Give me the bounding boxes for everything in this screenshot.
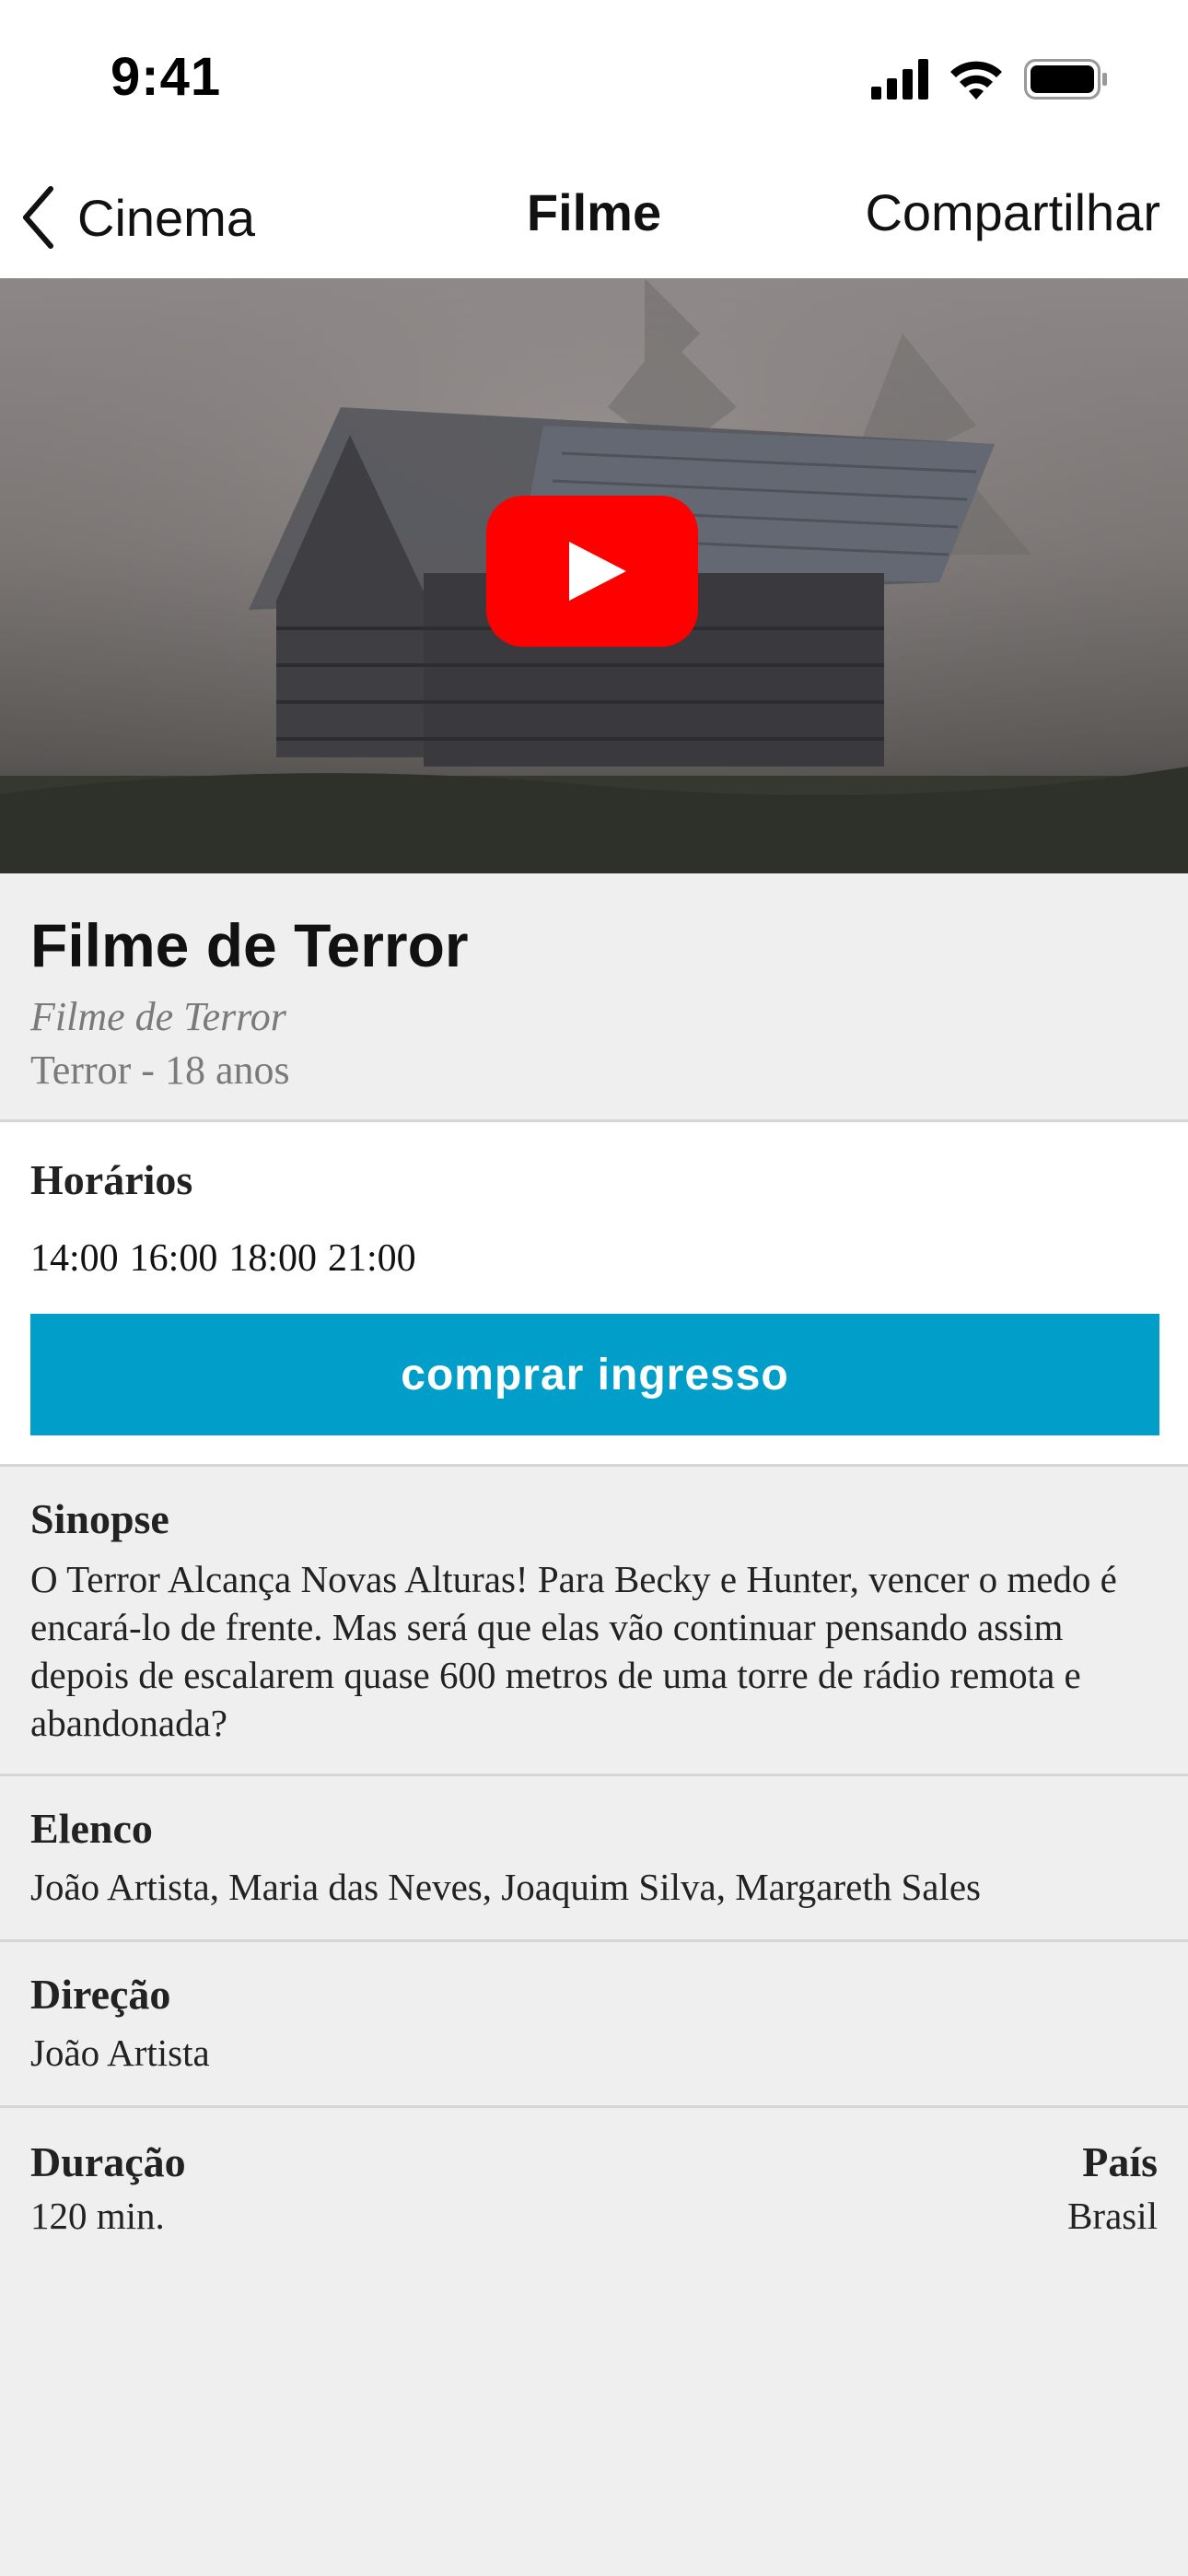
- details-section: Duração 120 min. País Brasil: [0, 2108, 1188, 2292]
- country-label: País: [1082, 2138, 1158, 2185]
- country-block: País Brasil: [1067, 2137, 1158, 2238]
- movie-info: Filme de Terror Filme de Terror Terror -…: [0, 873, 1188, 1122]
- showtime[interactable]: 16:00: [130, 1236, 218, 1281]
- showtime[interactable]: 18:00: [228, 1236, 317, 1281]
- movie-genre-rating: Terror - 18 anos: [30, 1048, 290, 1093]
- showtime[interactable]: 21:00: [328, 1236, 416, 1281]
- direction-heading: Direção: [30, 1971, 171, 2018]
- movie-title: Filme de Terror: [30, 911, 469, 979]
- showtimes-heading: Horários: [30, 1156, 193, 1203]
- showtimes-section: Horários 14:00 16:00 18:00 21:00 comprar…: [0, 1122, 1188, 1467]
- cast-section: Elenco João Artista, Maria das Neves, Jo…: [0, 1776, 1188, 1942]
- showtimes-list: 14:00 16:00 18:00 21:00: [30, 1236, 416, 1281]
- play-video-button[interactable]: [486, 496, 698, 647]
- status-icons: [871, 53, 1109, 105]
- direction-section: Direção João Artista: [0, 1942, 1188, 2108]
- buy-ticket-button[interactable]: comprar ingresso: [30, 1314, 1159, 1435]
- video-thumbnail[interactable]: [0, 278, 1188, 873]
- synopsis-text: O Terror Alcança Novas Alturas! Para Bec…: [30, 1558, 1117, 1744]
- battery-icon: [1024, 59, 1107, 100]
- duration-block: Duração 120 min.: [30, 2137, 186, 2238]
- status-bar: 9:41: [0, 0, 1188, 157]
- cast-text: João Artista, Maria das Neves, Joaquim S…: [30, 1866, 982, 1908]
- youtube-play-icon: [486, 496, 698, 647]
- synopsis-heading: Sinopse: [30, 1495, 169, 1542]
- duration-label: Duração: [30, 2138, 186, 2185]
- synopsis-section: Sinopse O Terror Alcança Novas Alturas! …: [0, 1467, 1188, 1776]
- duration-value: 120 min.: [30, 2195, 165, 2237]
- movie-original-title: Filme de Terror: [30, 994, 286, 1039]
- country-value: Brasil: [1067, 2195, 1158, 2237]
- signal-icon: [871, 59, 928, 100]
- direction-text: João Artista: [30, 2032, 210, 2074]
- status-time: 9:41: [111, 47, 222, 107]
- showtime[interactable]: 14:00: [30, 1236, 119, 1281]
- cast-heading: Elenco: [30, 1805, 153, 1852]
- wifi-icon: [950, 61, 1002, 100]
- share-button[interactable]: Compartilhar: [865, 182, 1160, 242]
- navigation-bar: Cinema Filme Compartilhar: [0, 157, 1188, 278]
